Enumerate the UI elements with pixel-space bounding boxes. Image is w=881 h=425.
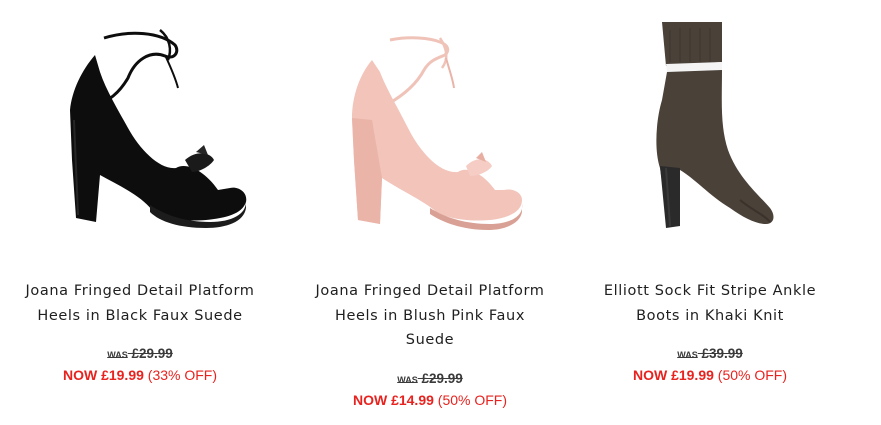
product-title-line: Boots in Khaki Knit [636, 307, 784, 324]
product-price: WAS £29.99 NOW £14.99 (50% OFF) [290, 370, 570, 411]
now-price: NOW £19.99 (33% OFF) [0, 364, 280, 386]
black-platform-heel-image[interactable] [0, 0, 280, 265]
product-title-line: Suede [405, 332, 455, 348]
product-price: WAS £29.99 NOW £19.99 (33% OFF) [0, 345, 280, 386]
was-price: WAS £29.99 [290, 370, 570, 389]
product-title[interactable]: Joana Fringed Detail Platform Heels in B… [0, 279, 280, 328]
khaki-sock-boot-image[interactable] [570, 0, 850, 265]
was-label: WAS [107, 350, 128, 360]
product-title[interactable]: Elliott Sock Fit Stripe Ankle Boots in K… [570, 279, 850, 328]
now-price: NOW £19.99 (50% OFF) [570, 364, 850, 386]
discount-text: (50% OFF) [437, 392, 508, 408]
product-title-line: Heels in Blush Pink Faux [335, 307, 525, 324]
product-card[interactable]: Joana Fringed Detail Platform Heels in B… [0, 0, 280, 425]
now-label: NOW [62, 367, 98, 383]
pink-heel-illustration [352, 36, 523, 230]
was-price-value: £39.99 [701, 346, 743, 361]
product-title-line: Joana Fringed Detail Platform [315, 283, 545, 299]
now-label: NOW [632, 367, 668, 383]
discount-text: (33% OFF) [147, 367, 218, 383]
product-grid: Joana Fringed Detail Platform Heels in B… [0, 0, 881, 425]
product-title-line: Elliott Sock Fit Stripe Ankle [603, 283, 817, 299]
product-title-line: Heels in Black Faux Suede [37, 307, 243, 324]
black-heel-illustration [70, 29, 247, 228]
now-price-value: £14.99 [391, 392, 434, 408]
was-price-value: £29.99 [131, 346, 173, 361]
now-price-value: £19.99 [671, 367, 714, 383]
blush-pink-platform-heel-image[interactable] [290, 0, 570, 265]
now-price-value: £19.99 [101, 367, 144, 383]
product-title[interactable]: Joana Fringed Detail Platform Heels in B… [290, 279, 570, 353]
was-price: WAS £39.99 [570, 345, 850, 364]
product-card[interactable]: Elliott Sock Fit Stripe Ankle Boots in K… [570, 0, 850, 425]
product-card[interactable]: Joana Fringed Detail Platform Heels in B… [290, 0, 570, 425]
was-price-value: £29.99 [421, 371, 463, 386]
khaki-boot-illustration [656, 22, 774, 228]
was-label: WAS [397, 375, 418, 385]
product-title-line: Joana Fringed Detail Platform [25, 283, 255, 299]
was-label: WAS [677, 350, 698, 360]
now-price: NOW £14.99 (50% OFF) [290, 389, 570, 411]
now-label: NOW [352, 392, 388, 408]
product-price: WAS £39.99 NOW £19.99 (50% OFF) [570, 345, 850, 386]
discount-text: (50% OFF) [717, 367, 788, 383]
was-price: WAS £29.99 [0, 345, 280, 364]
